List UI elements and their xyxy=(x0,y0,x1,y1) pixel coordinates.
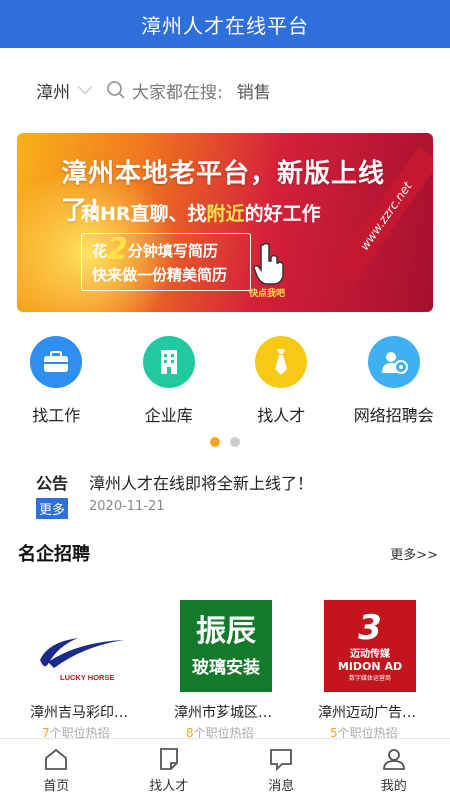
company-logo-subtext: 玻璃安装 xyxy=(192,657,260,678)
document-icon xyxy=(159,748,178,770)
search-icon xyxy=(107,81,125,99)
quick-link-label: 企业库 xyxy=(144,406,193,425)
banner-box-b: 分钟填写简历 xyxy=(127,242,218,260)
company-card[interactable]: 3 迈动传媒 MIDON AD 数字媒体运营商 漳州迈动广告… 5个职位热招 xyxy=(306,584,450,740)
carousel-dot-active[interactable] xyxy=(210,437,220,447)
page-title: 漳州人才在线平台 xyxy=(141,13,309,38)
announcement-date: 2020-11-21 xyxy=(89,499,165,514)
quick-link-find-talent[interactable]: 找人才 xyxy=(225,336,338,432)
quick-link-label: 网络招聘会 xyxy=(353,406,434,425)
quick-link-company-library[interactable]: 企业库 xyxy=(113,336,226,432)
chevron-down-icon xyxy=(77,79,93,95)
search-row: 漳州 大家都在搜: 销售 xyxy=(0,48,450,132)
company-name: 漳州市芗城区… xyxy=(174,705,272,721)
featured-companies-header: 名企招聘 更多>> xyxy=(18,540,438,566)
announcement-text[interactable]: 漳州人才在线即将全新上线了！ xyxy=(89,470,313,494)
carousel-dot[interactable] xyxy=(230,437,240,447)
banner-subline-highlight: 附近 xyxy=(206,203,245,225)
company-logo: LUCKY HORSE xyxy=(36,600,128,692)
search-prefix: 大家都在搜: xyxy=(132,82,223,103)
company-logo-tagline: 数字媒体运营商 xyxy=(348,674,391,682)
tie-icon xyxy=(255,336,308,388)
tab-home[interactable]: 首页 xyxy=(0,739,113,800)
company-logo-subtext: MIDON AD xyxy=(337,659,403,673)
message-icon xyxy=(270,749,293,771)
tab-messages[interactable]: 消息 xyxy=(225,739,338,800)
announcement[interactable]: 公告 漳州人才在线即将全新上线了！ 更多 2020-11-21 xyxy=(36,470,436,519)
quick-link-label: 找人才 xyxy=(257,406,306,425)
announcement-more-button[interactable]: 更多 xyxy=(36,498,69,519)
company-name: 漳州迈动广告… xyxy=(318,705,416,721)
company-list: LUCKY HORSE 漳州吉马彩印… 7个职位热招 振辰 玻璃安装 漳州市芗城… xyxy=(18,584,450,740)
banner-box-number: 2 xyxy=(107,232,128,267)
bottom-tab-bar: 首页 找人才 消息 我的 xyxy=(0,738,450,800)
video-recruit-icon xyxy=(367,336,420,388)
tab-find-talent[interactable]: 找人才 xyxy=(113,739,226,800)
quick-link-find-job[interactable]: 找工作 xyxy=(0,336,113,432)
tab-label: 消息 xyxy=(268,779,295,794)
company-logo-text: LUCKY HORSE xyxy=(60,673,114,682)
company-logo-text: 振辰 xyxy=(196,613,256,649)
quick-link-online-job-fair[interactable]: 网络招聘会 xyxy=(338,336,450,432)
section-more-link[interactable]: 更多>> xyxy=(390,544,438,563)
app-title-bar: 漳州人才在线平台 xyxy=(0,0,450,48)
promo-banner[interactable]: 漳州本地老平台，新版上线了！ 和HR直聊、找附近的好工作 花2分钟填写简历 快来… xyxy=(17,133,433,312)
company-logo: 3 迈动传媒 MIDON AD 数字媒体运营商 xyxy=(324,600,416,692)
section-title: 名企招聘 xyxy=(18,544,90,565)
banner-box-line2: 快来做一份精美简历 xyxy=(92,266,228,284)
tab-label: 首页 xyxy=(43,779,70,794)
company-logo-text: 迈动传媒 xyxy=(350,648,390,660)
banner-tap-hint: 快点我吧 xyxy=(249,289,286,299)
banner-resume-box: 花2分钟填写简历 快来做一份精美简历 xyxy=(81,233,251,291)
tab-profile[interactable]: 我的 xyxy=(338,739,450,800)
home-icon xyxy=(45,748,68,770)
building-icon xyxy=(142,336,195,388)
quick-links: 找工作 企业库 找人才 网络招聘会 xyxy=(0,336,450,432)
banner-subline-c: 的好工作 xyxy=(244,203,321,225)
city-label: 漳州 xyxy=(36,82,70,103)
search-input[interactable]: 大家都在搜: 销售 xyxy=(106,78,271,103)
company-logo-mark: 3 xyxy=(358,607,382,648)
banner-subline-a: 和HR直聊、找 xyxy=(81,203,207,225)
tab-label: 找人才 xyxy=(149,779,189,794)
company-card[interactable]: 振辰 玻璃安装 漳州市芗城区… 8个职位热招 xyxy=(162,584,306,740)
company-name: 漳州吉马彩印… xyxy=(30,705,128,721)
tab-label: 我的 xyxy=(380,779,407,794)
pointing-hand-icon xyxy=(253,242,284,285)
company-logo: 振辰 玻璃安装 xyxy=(180,600,272,692)
carousel-indicator xyxy=(0,437,450,447)
user-icon xyxy=(382,749,405,770)
company-card[interactable]: LUCKY HORSE 漳州吉马彩印… 7个职位热招 xyxy=(18,584,162,740)
banner-box-a: 花 xyxy=(92,242,108,260)
search-keyword[interactable]: 销售 xyxy=(237,78,271,103)
quick-link-label: 找工作 xyxy=(32,406,81,425)
city-selector[interactable]: 漳州 xyxy=(36,78,93,103)
banner-subline: 和HR直聊、找附近的好工作 xyxy=(81,199,321,226)
briefcase-icon xyxy=(30,336,83,388)
